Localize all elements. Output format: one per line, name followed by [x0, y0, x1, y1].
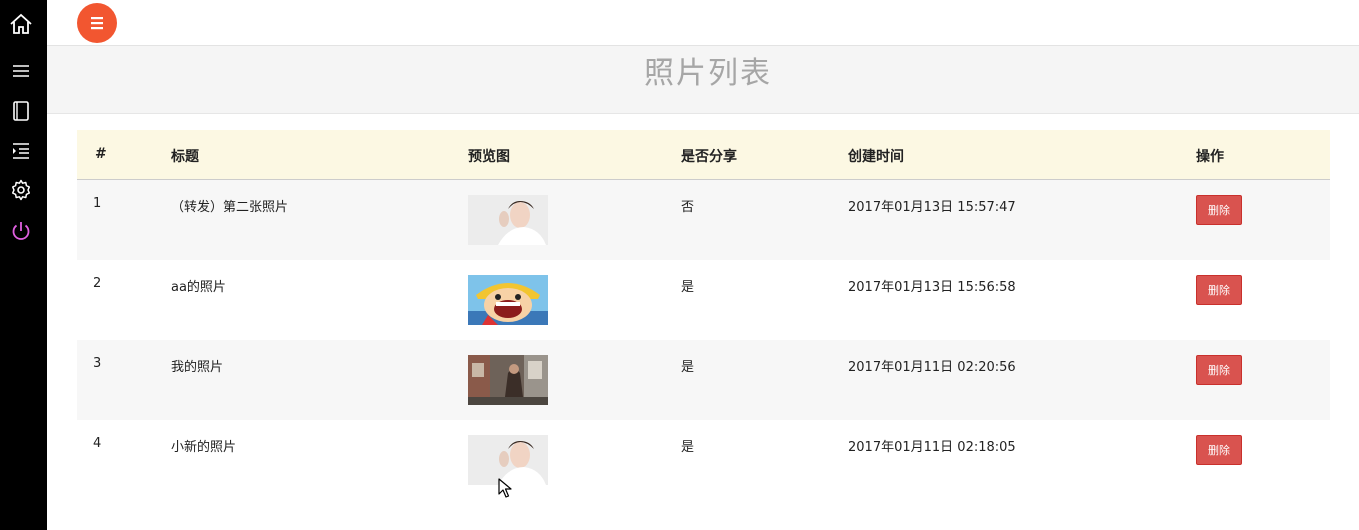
delete-button[interactable]: 删除: [1196, 195, 1242, 225]
table-row: 3 我的照片 是 2017年01月11日 02:20:56 删除: [77, 340, 1330, 420]
book-icon[interactable]: [9, 99, 33, 123]
preview-thumbnail[interactable]: [468, 275, 548, 325]
woman-photo-image: [468, 195, 548, 245]
table-header: # 标题 预览图 是否分享 创建时间 操作: [77, 130, 1330, 180]
row-shared: 是: [681, 280, 695, 295]
column-header-index: #: [95, 146, 107, 162]
indent-list-icon[interactable]: [9, 139, 33, 163]
row-index: 2: [93, 276, 102, 291]
row-title: （转发）第二张照片: [171, 200, 289, 215]
row-index: 3: [93, 356, 102, 371]
street-photo-image: [468, 355, 548, 405]
row-created: 2017年01月11日 02:18:05: [848, 440, 1016, 455]
row-created: 2017年01月13日 15:56:58: [848, 280, 1016, 295]
menu-lines-icon[interactable]: [9, 59, 33, 83]
table-row: 2 aa的照片 是 2017年01月13日 15:56:58 删除: [77, 260, 1330, 340]
column-header-title: 标题: [171, 149, 199, 165]
row-shared: 是: [681, 440, 695, 455]
row-created: 2017年01月13日 15:57:47: [848, 200, 1016, 215]
table-row: 4 小新的照片 是 2017年01月11日 02:18:05 删除: [77, 420, 1330, 500]
hamburger-icon: [91, 17, 103, 30]
top-bar: [47, 0, 1359, 46]
column-header-shared: 是否分享: [681, 149, 737, 165]
column-header-actions: 操作: [1196, 149, 1224, 165]
row-shared: 否: [681, 200, 695, 215]
page-title: 照片列表: [644, 56, 772, 91]
preview-thumbnail[interactable]: [468, 355, 548, 405]
row-title: 我的照片: [171, 360, 224, 375]
row-created: 2017年01月11日 02:20:56: [848, 360, 1016, 375]
row-title: aa的照片: [171, 280, 226, 295]
photo-table: # 标题 预览图 是否分享 创建时间 操作 1 （转发）第二张照片 否 2017…: [77, 130, 1330, 500]
mouse-cursor-icon: [498, 478, 512, 498]
column-header-preview: 预览图: [468, 149, 510, 165]
row-shared: 是: [681, 360, 695, 375]
power-icon[interactable]: [9, 219, 33, 243]
cartoon-photo-image: [468, 275, 548, 325]
sidebar: [0, 0, 47, 530]
page-header: 照片列表: [47, 46, 1359, 114]
gear-icon[interactable]: [9, 178, 33, 202]
home-icon[interactable]: [9, 12, 33, 36]
row-title: 小新的照片: [171, 440, 237, 455]
delete-button[interactable]: 删除: [1196, 355, 1242, 385]
delete-button[interactable]: 删除: [1196, 435, 1242, 465]
preview-thumbnail[interactable]: [468, 195, 548, 245]
column-header-created: 创建时间: [848, 149, 904, 165]
delete-button[interactable]: 删除: [1196, 275, 1242, 305]
menu-toggle-button[interactable]: [77, 3, 117, 43]
table-row: 1 （转发）第二张照片 否 2017年01月13日 15:57:47 删除: [77, 180, 1330, 260]
row-index: 4: [93, 436, 102, 451]
row-index: 1: [93, 196, 102, 211]
